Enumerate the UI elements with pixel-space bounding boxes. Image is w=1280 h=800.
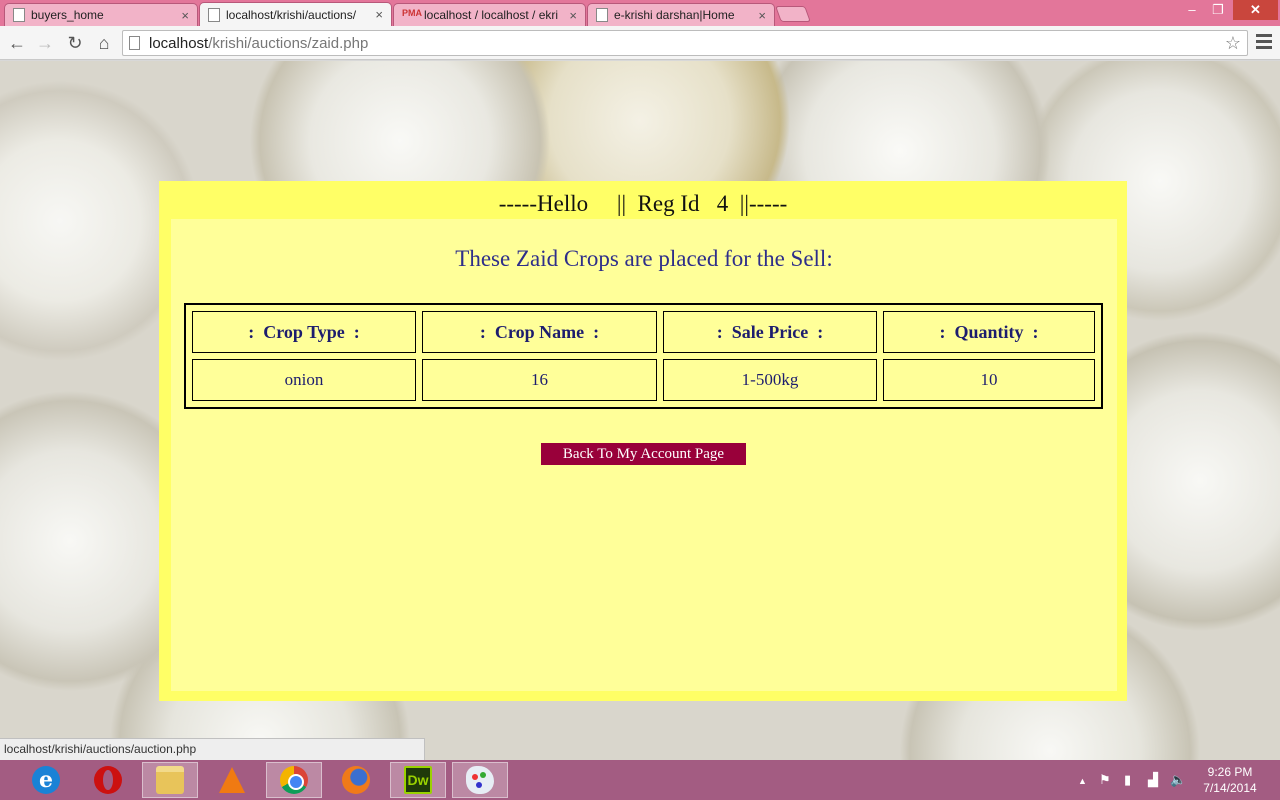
taskbar-paint[interactable] <box>452 762 508 798</box>
internet-explorer-icon: e <box>32 766 60 794</box>
tab-strip: buyers_home × localhost/krishi/auctions/… <box>0 0 1280 26</box>
col-sale-price: : Sale Price : <box>663 311 877 353</box>
taskbar-firefox[interactable] <box>328 762 384 798</box>
folder-icon <box>156 766 184 794</box>
status-url-bubble: localhost/krishi/auctions/auction.php <box>0 738 425 760</box>
forward-button[interactable]: → <box>34 32 56 54</box>
browser-toolbar: ← → ↻ ⌂ localhost /krishi/auctions/zaid.… <box>0 26 1280 60</box>
taskbar-dreamweaver[interactable]: Dw <box>390 762 446 798</box>
power-icon[interactable]: ▮ <box>1124 772 1131 790</box>
back-to-account-button[interactable]: Back To My Account Page <box>541 443 746 465</box>
taskbar-chrome[interactable] <box>266 762 322 798</box>
close-window-button[interactable]: ✕ <box>1233 0 1278 20</box>
show-hidden-icons-icon[interactable]: ▲ <box>1078 776 1087 794</box>
taskbar-opera[interactable] <box>80 762 136 798</box>
paint-icon <box>466 766 494 794</box>
close-icon[interactable]: × <box>181 8 189 23</box>
reload-button[interactable]: ↻ <box>64 32 86 54</box>
address-bar[interactable]: localhost /krishi/auctions/zaid.php ☆ <box>122 30 1248 56</box>
tab-zaid-auctions[interactable]: localhost/krishi/auctions/ × <box>199 2 392 26</box>
volume-icon[interactable]: 🔈 <box>1170 772 1186 790</box>
page-viewport: -----Hello || Reg Id 4 ||----- These Zai… <box>0 61 1280 760</box>
col-crop-name: : Crop Name : <box>422 311 657 353</box>
maximize-button[interactable]: ❐ <box>1204 0 1232 20</box>
col-quantity: : Quantity : <box>883 311 1095 353</box>
home-button[interactable]: ⌂ <box>93 32 115 54</box>
new-tab-button[interactable] <box>775 6 811 22</box>
close-icon[interactable]: × <box>758 8 766 23</box>
page-icon <box>208 7 220 22</box>
page-icon <box>129 36 140 50</box>
taskbar-clock[interactable]: 9:26 PM 7/14/2014 <box>1190 764 1270 796</box>
tab-buyers-home[interactable]: buyers_home × <box>4 3 198 26</box>
page-icon <box>13 8 25 22</box>
clock-time: 9:26 PM <box>1207 765 1253 779</box>
page-subtitle: These Zaid Crops are placed for the Sell… <box>455 246 833 271</box>
table-header-row: : Crop Type : : Crop Name : : Sale Price… <box>192 311 1095 353</box>
address-host: localhost <box>149 34 209 52</box>
taskbar-file-explorer[interactable] <box>142 762 198 798</box>
page-icon <box>596 8 608 22</box>
firefox-icon <box>342 766 370 794</box>
inner-panel: These Zaid Crops are placed for the Sell… <box>171 219 1117 691</box>
dreamweaver-icon: Dw <box>404 766 432 794</box>
close-icon[interactable]: × <box>569 8 577 23</box>
back-button[interactable]: ← <box>6 32 28 54</box>
tab-label: localhost/krishi/auctions/ <box>226 7 357 22</box>
phpmyadmin-icon: PMA <box>402 8 422 18</box>
cell-quantity: 10 <box>883 359 1095 401</box>
tab-label: e-krishi darshan|Home <box>614 8 735 22</box>
tab-label: localhost / localhost / ekri <box>424 8 559 22</box>
cell-crop-type: onion <box>192 359 416 401</box>
taskbar-internet-explorer[interactable]: e <box>18 762 74 798</box>
cell-sale-price: 1-500kg <box>663 359 877 401</box>
chrome-menu-icon[interactable] <box>1256 34 1272 50</box>
minimize-button[interactable]: ‒ <box>1178 0 1206 20</box>
taskbar-vlc[interactable] <box>204 762 260 798</box>
tab-phpmyadmin[interactable]: PMA localhost / localhost / ekri × <box>393 3 586 26</box>
chrome-icon <box>280 766 308 794</box>
cell-crop-name: 16 <box>422 359 657 401</box>
crops-table: : Crop Type : : Crop Name : : Sale Price… <box>184 303 1103 409</box>
greeting-header: -----Hello || Reg Id 4 ||----- <box>498 191 788 216</box>
windows-taskbar: e Dw <box>0 760 1280 800</box>
bookmark-star-icon[interactable]: ☆ <box>1225 33 1241 54</box>
address-path: /krishi/auctions/zaid.php <box>208 34 369 52</box>
action-center-flag-icon[interactable]: ⚑ <box>1099 772 1111 790</box>
table-row: onion 16 1-500kg 10 <box>192 359 1095 401</box>
network-icon[interactable]: ▟ <box>1148 772 1158 790</box>
content-panel: -----Hello || Reg Id 4 ||----- These Zai… <box>159 181 1127 701</box>
clock-date: 7/14/2014 <box>1203 781 1257 795</box>
col-crop-type: : Crop Type : <box>192 311 416 353</box>
vlc-icon <box>219 767 245 793</box>
close-icon[interactable]: × <box>375 7 383 22</box>
tab-label: buyers_home <box>31 8 104 22</box>
opera-icon <box>94 766 122 794</box>
tab-ekrishi-home[interactable]: e-krishi darshan|Home × <box>587 3 775 26</box>
